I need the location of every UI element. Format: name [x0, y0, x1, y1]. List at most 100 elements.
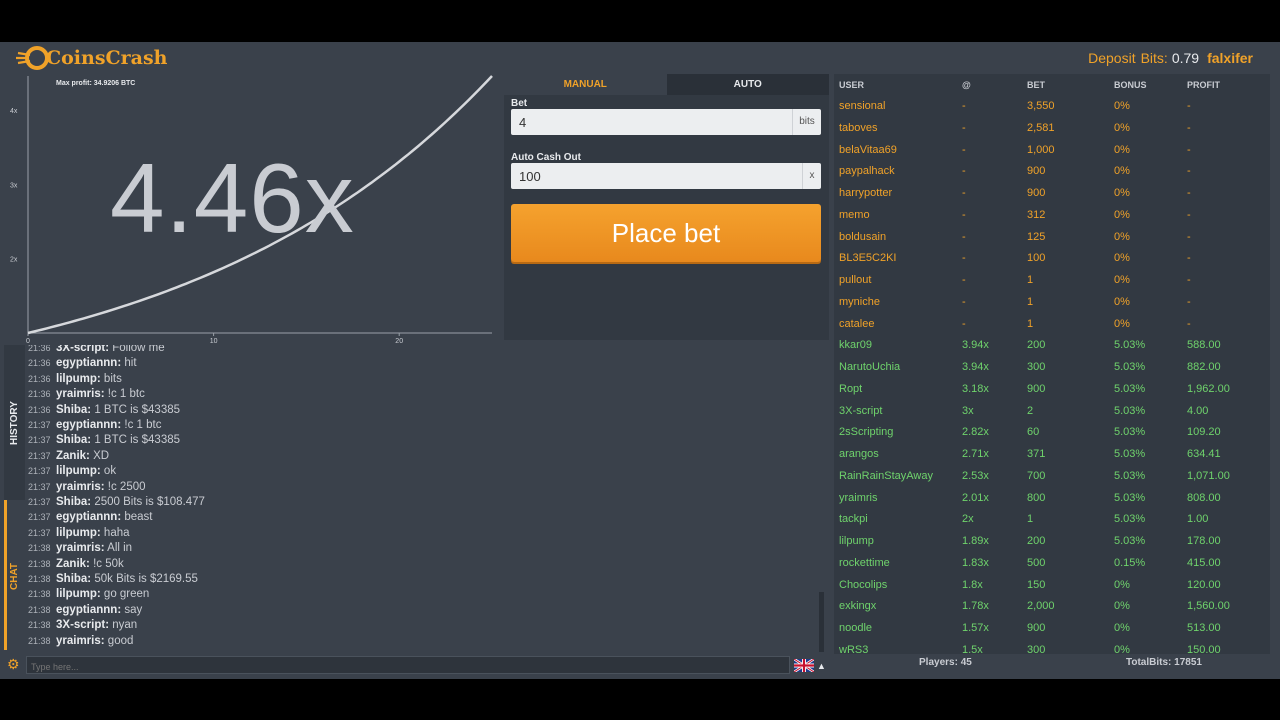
chat-message: 21:38 lilpump: go green [28, 588, 149, 603]
player-row: yraimris 2.01x 800 5.03% 808.00 [834, 488, 1270, 509]
chat-time: 21:38 [28, 635, 51, 646]
player-at: - [962, 252, 966, 265]
tab-chat-label: CHAT [9, 562, 20, 590]
player-user[interactable]: myniche [839, 296, 880, 308]
chat-user[interactable]: lilpump: [56, 465, 101, 477]
chat-user[interactable]: yraimris: [56, 542, 105, 554]
chat-user[interactable]: Shiba: [56, 404, 91, 416]
chat-user[interactable]: Shiba: [56, 496, 91, 508]
player-user[interactable]: belaVitaa69 [839, 144, 897, 156]
player-user[interactable]: paypalhack [839, 165, 895, 177]
player-profit: 1.00 [1187, 513, 1209, 526]
player-user[interactable]: catalee [839, 318, 874, 330]
player-at: - [962, 100, 966, 112]
player-user[interactable]: taboves [839, 122, 878, 134]
player-profit: 178.00 [1187, 535, 1221, 547]
chat-user[interactable]: lilpump: [56, 527, 101, 539]
chat-user[interactable]: Zanik: [56, 450, 90, 462]
player-user[interactable]: rockettime [839, 557, 890, 569]
player-profit: 808.00 [1187, 491, 1221, 504]
chat-message: 21:38 Zanik: !c 50k [28, 558, 124, 573]
player-user[interactable]: harrypotter [839, 187, 892, 199]
chat-user[interactable]: Zanik: [56, 558, 90, 570]
game-app: CoinsCrash Deposit Bits: 0.79 falxifer 0… [0, 42, 1280, 679]
bet-unit: bits [792, 109, 821, 135]
bet-input[interactable] [511, 109, 789, 135]
chat-message: 21:37 Shiba: 1 BTC is $43385 [28, 434, 180, 449]
player-user[interactable]: memo [839, 209, 870, 221]
player-profit: - [1187, 230, 1191, 243]
player-row: myniche - 1 0% - [834, 292, 1270, 313]
chat-text: !c 1 btc [107, 388, 145, 401]
uk-flag-icon[interactable] [794, 659, 814, 672]
gear-icon[interactable]: ⚙ [7, 657, 20, 671]
chat-user[interactable]: lilpump: [56, 588, 101, 600]
player-row: boldusain - 125 0% - [834, 227, 1270, 248]
player-at: 3x [962, 404, 974, 417]
language-caret-icon[interactable]: ▲ [817, 661, 826, 671]
player-user[interactable]: sensional [839, 100, 885, 112]
player-at: 1.78x [962, 600, 989, 613]
player-at: 2.01x [962, 491, 989, 504]
place-bet-button[interactable]: Place bet [511, 204, 821, 262]
players-table-header: USER @ BET BONUS PROFIT [834, 74, 1270, 95]
player-user[interactable]: tackpi [839, 513, 868, 525]
player-user[interactable]: 3X-script [839, 405, 882, 417]
player-user[interactable]: 2sScripting [839, 426, 893, 438]
player-user[interactable]: NarutoUchia [839, 361, 900, 373]
player-row: BL3E5C2KI - 100 0% - [834, 248, 1270, 269]
player-bet: 3,550 [1027, 100, 1055, 112]
chat-input-box [26, 656, 797, 675]
chat-user[interactable]: yraimris: [56, 481, 105, 493]
chat-user[interactable]: 3X-script: [56, 345, 109, 354]
player-user[interactable]: boldusain [839, 231, 886, 243]
chat-panel: HISTORY CHAT 21:36 3X-script: Follow me 21… [0, 345, 830, 679]
player-bet: 371 [1027, 448, 1046, 460]
logo[interactable]: CoinsCrash [16, 45, 167, 71]
chat-text: 1 BTC is $43385 [94, 403, 181, 416]
chat-user[interactable]: egyptiannn: [56, 604, 121, 616]
player-user[interactable]: yraimris [839, 492, 878, 504]
chat-user[interactable]: yraimris: [56, 388, 105, 400]
chat-user[interactable]: Shiba: [56, 434, 91, 446]
player-bonus: 5.03% [1114, 535, 1146, 547]
tab-auto[interactable]: AUTO [666, 74, 829, 95]
player-user[interactable]: RainRainStayAway [839, 470, 933, 482]
player-row: Ropt 3.18x 900 5.03% 1,962.00 [834, 379, 1270, 400]
chat-user[interactable]: egyptiannn: [56, 511, 121, 523]
chat-user[interactable]: 3X-script: [56, 619, 109, 631]
deposit-link[interactable]: Deposit [1088, 50, 1135, 66]
tab-manual[interactable]: MANUAL [504, 74, 667, 95]
chat-user[interactable]: lilpump: [56, 373, 101, 385]
player-user[interactable]: BL3E5C2KI [839, 252, 896, 264]
player-row: sensional - 3,550 0% - [834, 96, 1270, 117]
player-user[interactable]: Ropt [839, 383, 862, 395]
rocket-coin-icon [16, 46, 49, 70]
player-user[interactable]: Chocolips [839, 579, 887, 591]
player-profit: 415.00 [1187, 556, 1221, 569]
chat-time: 21:38 [28, 620, 51, 631]
player-user[interactable]: wRS3 [839, 644, 868, 654]
player-at: - [962, 230, 966, 243]
player-bonus: 0% [1114, 252, 1130, 265]
tab-history[interactable]: HISTORY [4, 345, 25, 500]
player-user[interactable]: noodle [839, 622, 872, 634]
player-bet: 300 [1027, 643, 1046, 654]
chat-user[interactable]: egyptiannn: [56, 357, 121, 369]
auto-cashout-input[interactable] [511, 163, 789, 189]
player-user[interactable]: pullout [839, 274, 871, 286]
player-user[interactable]: exkingx [839, 600, 876, 612]
player-bet: 1 [1027, 317, 1034, 330]
chat-input[interactable] [27, 659, 797, 675]
player-user[interactable]: kkar09 [839, 339, 872, 351]
chat-scrollbar[interactable] [819, 592, 824, 652]
chat-user[interactable]: Shiba: [56, 573, 91, 585]
chat-text: !c 2500 [107, 480, 146, 493]
username-link[interactable]: falxifer [1207, 50, 1253, 66]
player-user[interactable]: arangos [839, 448, 879, 460]
player-user[interactable]: lilpump [839, 535, 874, 547]
tab-chat[interactable]: CHAT [4, 500, 25, 650]
chat-user[interactable]: egyptiannn: [56, 419, 121, 431]
chat-user[interactable]: yraimris: [56, 635, 105, 647]
player-row: taboves - 2,581 0% - [834, 118, 1270, 139]
